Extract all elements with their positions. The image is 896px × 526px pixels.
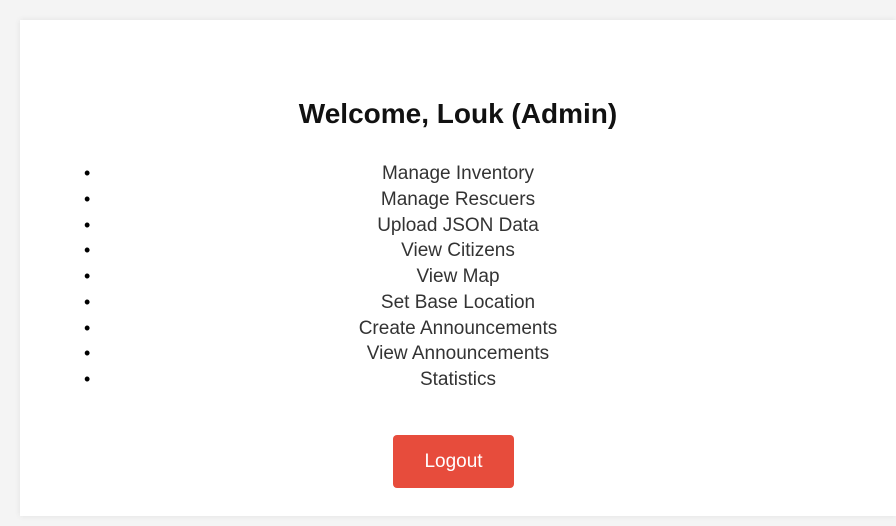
- upload-json-data-link[interactable]: Upload JSON Data: [377, 215, 539, 236]
- view-announcements-link[interactable]: View Announcements: [367, 343, 549, 364]
- menu-item-upload-json-data: • Upload JSON Data: [20, 213, 896, 239]
- menu-item-set-base-location: • Set Base Location: [20, 290, 896, 316]
- menu-item-create-announcements: • Create Announcements: [20, 316, 896, 342]
- view-citizens-link[interactable]: View Citizens: [401, 240, 515, 261]
- bullet-icon: •: [84, 343, 91, 364]
- menu-item-view-announcements: • View Announcements: [20, 341, 896, 367]
- bullet-icon: •: [84, 240, 91, 261]
- menu-item-view-map: • View Map: [20, 264, 896, 290]
- statistics-link[interactable]: Statistics: [420, 369, 496, 390]
- bullet-icon: •: [84, 163, 91, 183]
- logout-button[interactable]: Logout: [393, 435, 514, 488]
- manage-inventory-link[interactable]: Manage Inventory: [382, 163, 534, 184]
- menu-item-statistics: • Statistics: [20, 367, 896, 393]
- menu-item-manage-inventory: • Manage Inventory: [20, 161, 896, 187]
- view-map-link[interactable]: View Map: [416, 266, 499, 287]
- set-base-location-link[interactable]: Set Base Location: [381, 292, 535, 313]
- bullet-icon: •: [84, 317, 91, 338]
- page-title: Welcome, Louk (Admin): [298, 98, 618, 129]
- bullet-icon: •: [84, 266, 91, 286]
- manage-rescuers-link[interactable]: Manage Rescuers: [381, 189, 535, 210]
- bullet-icon: •: [84, 291, 91, 312]
- admin-dashboard-card: Welcome, Louk (Admin) • Manage Inventory…: [20, 20, 896, 516]
- menu-item-manage-rescuers: • Manage Rescuers: [20, 187, 896, 213]
- create-announcements-link[interactable]: Create Announcements: [359, 318, 558, 339]
- menu-item-view-citizens: • View Citizens: [20, 238, 896, 264]
- admin-menu: • Manage Inventory • Manage Rescuers • U…: [20, 161, 896, 393]
- bullet-icon: •: [84, 188, 91, 209]
- bullet-icon: •: [84, 214, 91, 235]
- bullet-icon: •: [84, 369, 91, 389]
